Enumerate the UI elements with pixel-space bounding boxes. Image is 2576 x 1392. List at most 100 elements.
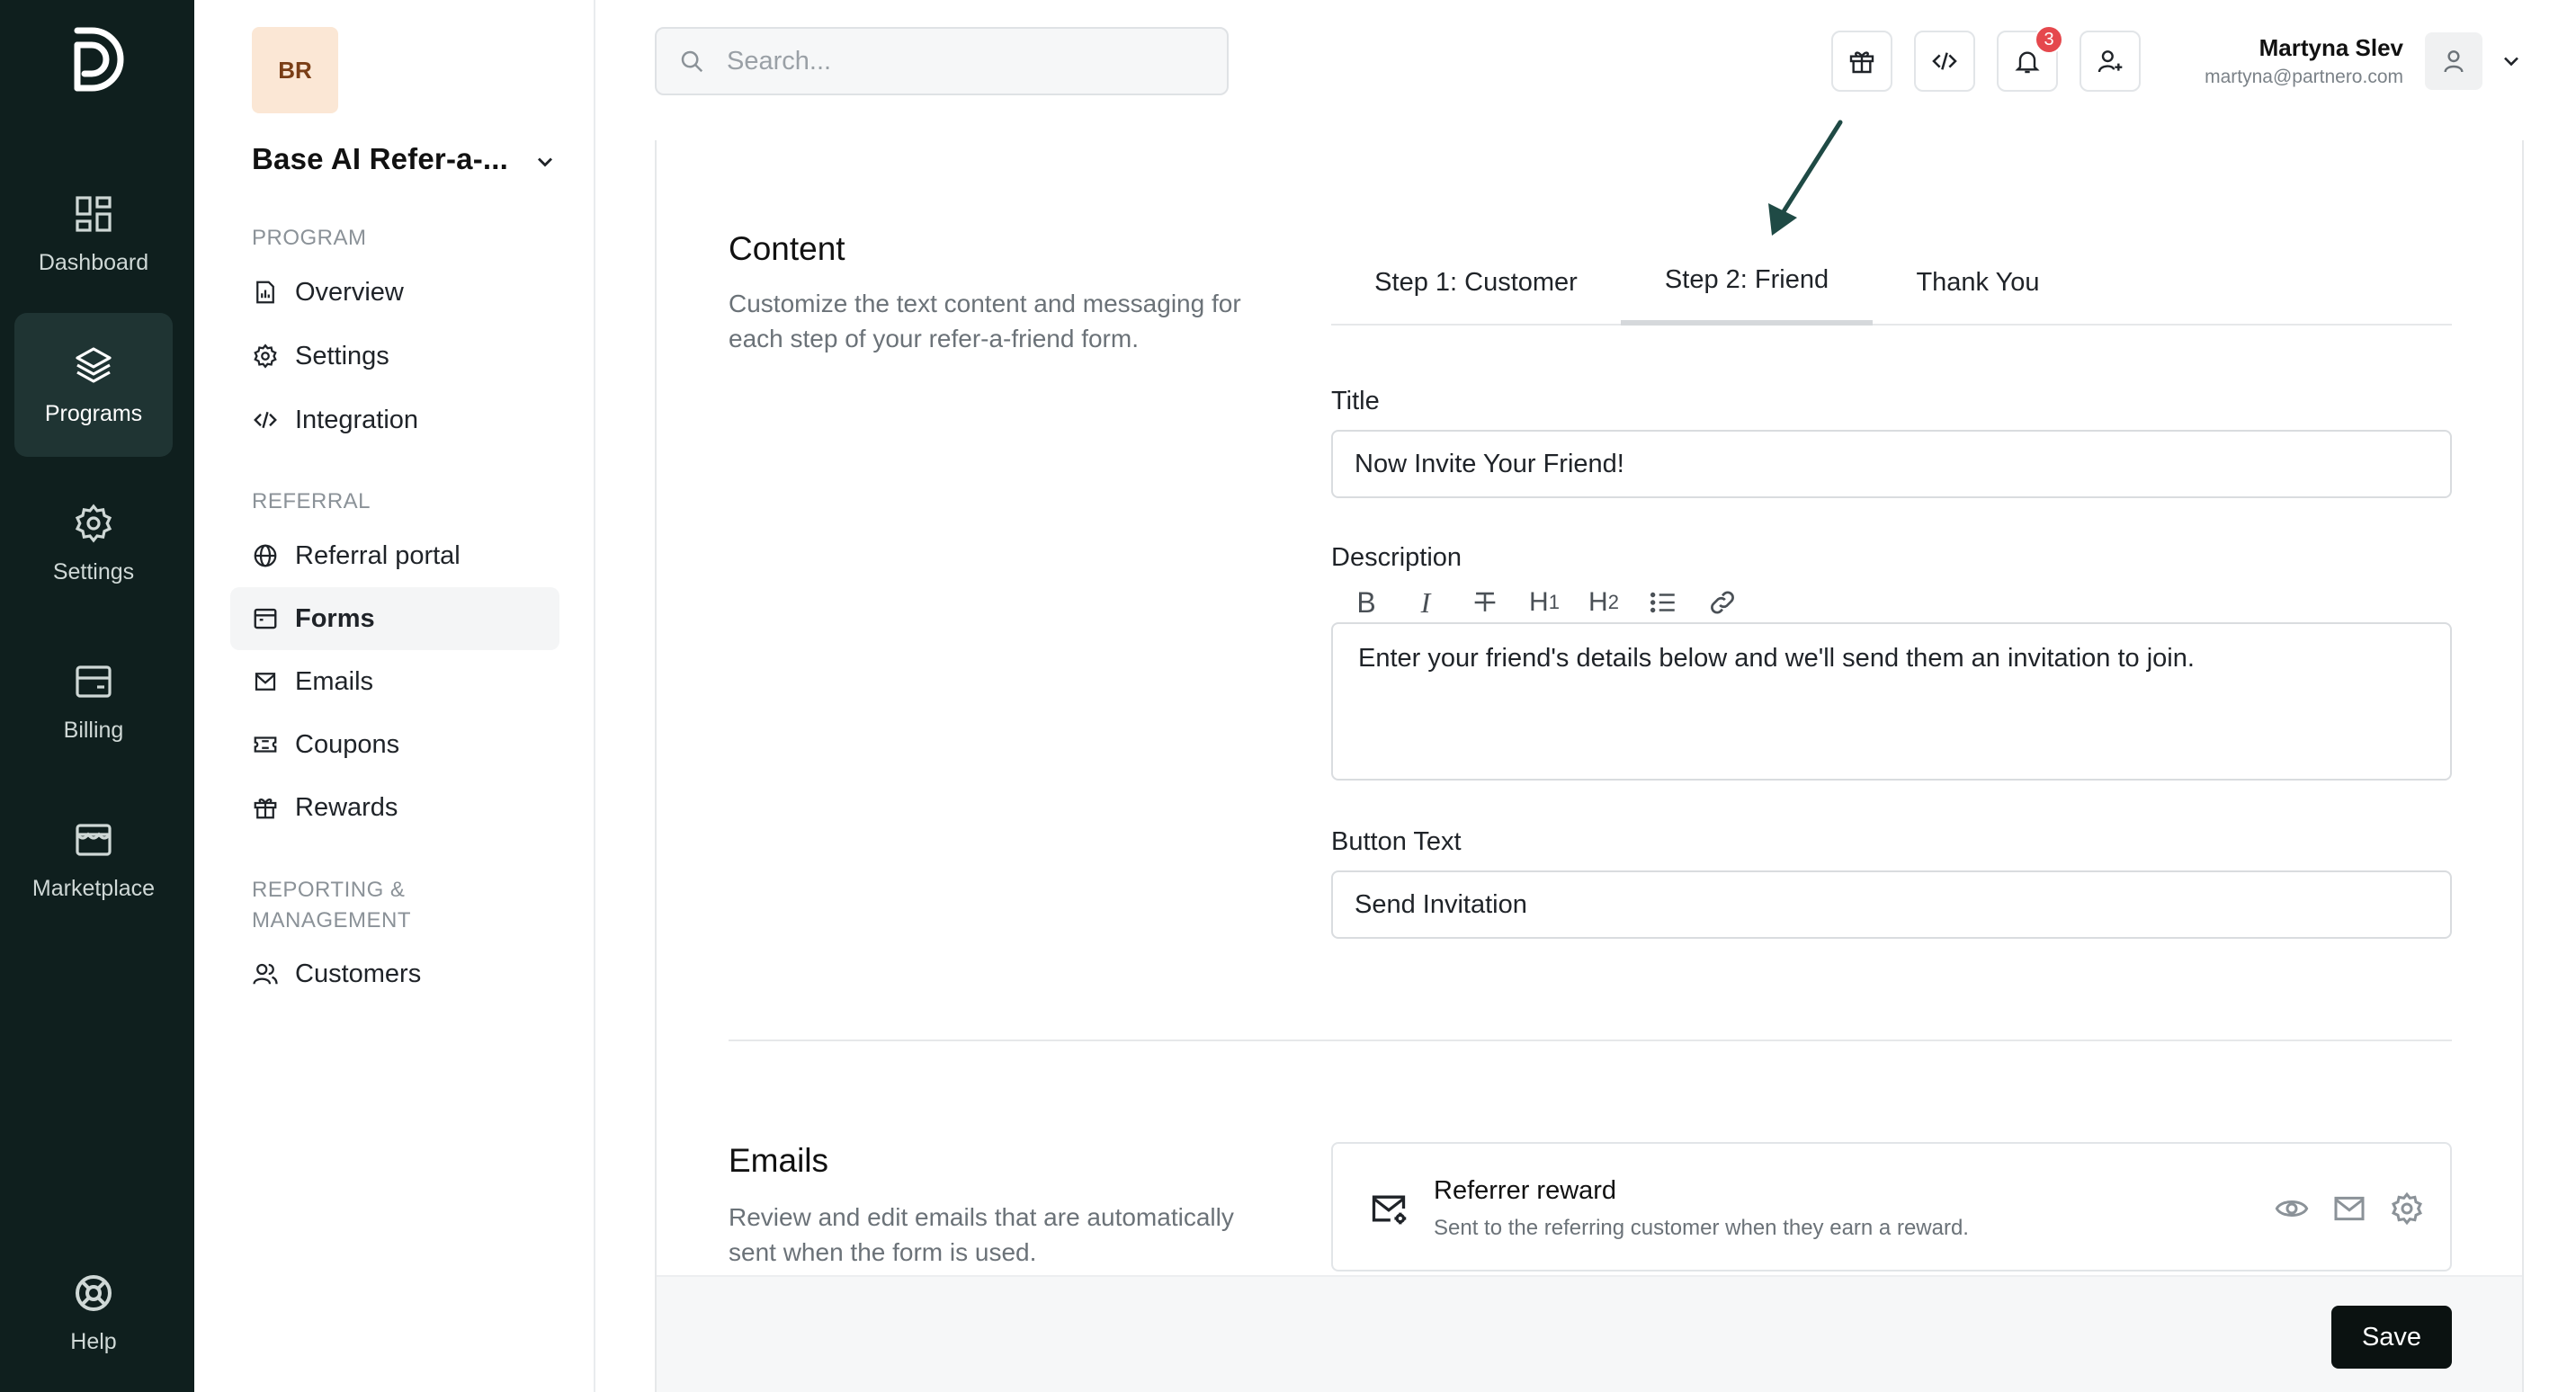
button-text-field[interactable] <box>1331 870 2452 939</box>
link-icon <box>1711 591 1734 614</box>
content-section-description: Customize the text content and messaging… <box>729 290 1241 352</box>
search-box[interactable] <box>655 27 1229 95</box>
bold-button[interactable]: B <box>1337 583 1396 622</box>
emails-section-title: Emails <box>729 1142 829 1179</box>
sidebar-item-forms[interactable]: Forms <box>230 587 559 650</box>
lifebuoy-icon <box>76 1274 112 1311</box>
bell-icon <box>2015 51 2040 74</box>
sidebar-label-emails: Emails <box>295 666 374 696</box>
search-icon <box>681 50 703 73</box>
description-editor[interactable]: Enter your friend's details below and we… <box>1331 622 2452 781</box>
section-label-referral: REFERRAL <box>252 489 371 513</box>
report-icon <box>256 281 274 304</box>
bullet-list-button[interactable] <box>1633 583 1693 622</box>
invite-user-button[interactable] <box>2080 31 2141 92</box>
users-icon <box>253 963 278 985</box>
rail-item-help[interactable]: Help <box>14 1241 173 1385</box>
layers-icon <box>76 346 112 383</box>
email-row-title: Referrer reward <box>1434 1176 1617 1205</box>
rich-text-toolbar: B I H1 H2 <box>1337 583 1752 622</box>
sidebar-label-customers: Customers <box>295 959 422 988</box>
sidebar-item-settings[interactable]: Settings <box>230 325 559 388</box>
strikethrough-icon <box>1474 592 1496 611</box>
gear-icon[interactable] <box>2389 1191 2425 1227</box>
sidebar-label-rewards: Rewards <box>295 792 398 822</box>
title-field[interactable] <box>1331 430 2452 498</box>
gear-icon <box>254 344 277 369</box>
sidebar-item-rewards[interactable]: Rewards <box>230 776 559 839</box>
form-icon <box>254 608 277 629</box>
rail-label-settings: Settings <box>52 558 135 584</box>
link-button[interactable] <box>1693 583 1752 622</box>
tab-step-1-customer[interactable]: Step 1: Customer <box>1331 239 1621 326</box>
mail-settings-icon <box>1372 1195 1407 1225</box>
chevron-down-icon[interactable] <box>532 149 558 174</box>
rail-label-help: Help <box>70 1328 117 1354</box>
sidebar-item-referral-portal[interactable]: Referral portal <box>230 524 559 587</box>
code-button[interactable] <box>1914 31 1975 92</box>
section-divider <box>729 1040 2452 1041</box>
strikethrough-button[interactable] <box>1455 583 1515 622</box>
rail-item-billing[interactable]: Billing <box>14 629 173 773</box>
sticky-footer <box>657 1275 2522 1392</box>
list-icon <box>1650 592 1675 613</box>
gift-icon <box>1849 51 1874 74</box>
sidebar-item-customers[interactable]: Customers <box>230 942 559 1005</box>
user-icon <box>2444 50 2464 73</box>
user-name: Martyna Slev <box>2258 34 2403 61</box>
rail-label-billing: Billing <box>63 717 124 743</box>
rail-label-dashboard: Dashboard <box>38 249 149 275</box>
chevron-down-icon[interactable] <box>2499 49 2524 74</box>
gear-icon <box>75 503 112 543</box>
partnero-logo[interactable] <box>65 23 130 95</box>
sidebar-label-forms: Forms <box>295 603 375 633</box>
dashboard-icon <box>76 195 112 232</box>
code-icon <box>254 411 277 429</box>
billing-icon <box>76 665 112 698</box>
content-section-title: Content <box>729 230 845 267</box>
rail-item-dashboard[interactable]: Dashboard <box>14 162 173 306</box>
sidebar-label-referral-portal: Referral portal <box>295 540 461 570</box>
gift-icon <box>254 799 277 819</box>
coupon-icon <box>254 736 277 753</box>
italic-button[interactable]: I <box>1396 583 1455 622</box>
org-name[interactable]: Base AI Refer-a-... <box>252 142 508 176</box>
save-button[interactable]: Save <box>2331 1306 2452 1369</box>
notification-badge: 3 <box>2035 25 2063 54</box>
code-icon <box>1932 52 1957 70</box>
sidebar-label-coupons: Coupons <box>295 729 400 759</box>
sidebar-label-overview: Overview <box>295 277 404 307</box>
heading-1-button[interactable]: H1 <box>1515 583 1574 622</box>
notifications-button[interactable]: 3 <box>1997 25 2063 92</box>
sidebar-item-coupons[interactable]: Coupons <box>230 713 559 776</box>
rail-label-programs: Programs <box>44 400 143 426</box>
globe-icon <box>254 544 277 567</box>
eye-icon[interactable] <box>2274 1191 2310 1227</box>
email-row-referrer-reward[interactable]: Referrer reward Sent to the referring cu… <box>1331 1142 2452 1272</box>
tab-step-2-friend[interactable]: Step 2: Friend <box>1621 239 1873 326</box>
sidebar-item-integration[interactable]: Integration <box>230 388 559 451</box>
rail-item-marketplace[interactable]: Marketplace <box>14 788 173 932</box>
gift-button[interactable] <box>1831 31 1892 92</box>
sidebar-item-overview[interactable]: Overview <box>230 261 559 324</box>
heading-2-button[interactable]: H2 <box>1574 583 1633 622</box>
mail-icon[interactable] <box>2331 1191 2367 1227</box>
avatar[interactable] <box>2425 32 2482 90</box>
user-email: martyna@partnero.com <box>2205 67 2403 87</box>
search-input[interactable] <box>727 46 1194 76</box>
rail-item-settings[interactable]: Settings <box>14 471 173 615</box>
title-label: Title <box>1331 387 1380 415</box>
tab-thank-you[interactable]: Thank You <box>1873 239 2083 326</box>
emails-section-description: Review and edit emails that are automati… <box>729 1203 1234 1266</box>
button-text-label: Button Text <box>1331 827 1462 856</box>
section-label-reporting: REPORTING & MANAGEMENT <box>252 878 412 932</box>
step-tabs: Step 1: Customer Step 2: Friend Thank Yo… <box>1331 239 2452 326</box>
rail-item-programs[interactable]: Programs <box>14 313 173 457</box>
sidebar-label-integration: Integration <box>295 405 419 434</box>
user-plus-icon <box>2097 50 2123 73</box>
sidebar-item-emails[interactable]: Emails <box>230 650 559 713</box>
description-label: Description <box>1331 543 1462 572</box>
rail-label-marketplace: Marketplace <box>31 875 156 901</box>
icon-rail: Dashboard Programs Settings Billing Mark… <box>0 0 194 1392</box>
sidebar-label-settings: Settings <box>295 341 389 370</box>
